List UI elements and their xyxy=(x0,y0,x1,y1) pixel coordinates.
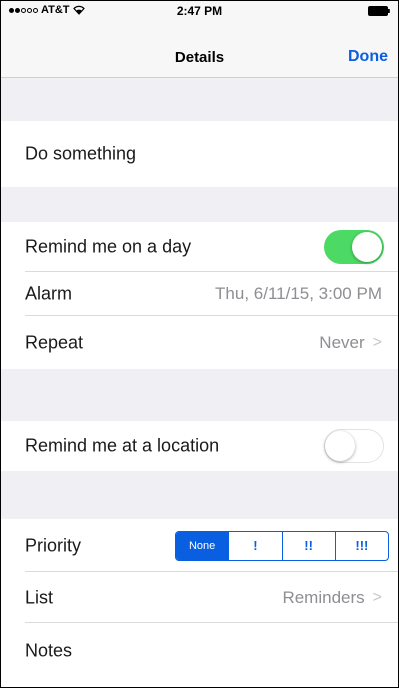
screen: AT&T 2:47 PM Details Done Do something R… xyxy=(0,0,399,688)
battery-icon xyxy=(368,6,390,16)
repeat-value-text: Never xyxy=(319,332,365,352)
remind-location-label: Remind me at a location xyxy=(25,435,220,456)
chevron-right-icon: > xyxy=(372,588,382,606)
alarm-row[interactable]: Alarm Thu, 6/11/15, 3:00 PM xyxy=(1,272,398,316)
priority-medium-segment[interactable]: !! xyxy=(281,531,335,560)
remind-day-row: Remind me on a day xyxy=(1,222,398,272)
priority-high-segment[interactable]: !!! xyxy=(334,531,388,560)
chevron-right-icon: > xyxy=(372,333,382,351)
section-gap xyxy=(1,78,398,121)
priority-label: Priority xyxy=(25,535,82,555)
list-label: List xyxy=(25,587,54,607)
notes-row[interactable]: Notes xyxy=(1,623,398,687)
priority-none-segment[interactable]: None xyxy=(176,531,229,560)
remind-day-label: Remind me on a day xyxy=(25,236,192,257)
alarm-date-text: Thu, 6/11/15, 3:00 PM xyxy=(215,284,382,303)
alarm-label: Alarm xyxy=(25,283,73,304)
status-bar: AT&T 2:47 PM xyxy=(1,1,398,23)
remind-location-toggle[interactable] xyxy=(324,429,384,463)
priority-low-segment[interactable]: ! xyxy=(228,531,281,560)
reminder-title-text[interactable]: Do something xyxy=(25,144,136,165)
notes-label[interactable]: Notes xyxy=(25,641,72,662)
remind-location-row: Remind me at a location xyxy=(1,421,398,471)
list-row[interactable]: List Reminders > xyxy=(1,572,398,623)
page-title: Details xyxy=(174,49,225,66)
list-value: Reminders > xyxy=(282,588,382,608)
priority-segmented-control[interactable]: None ! !! !!! xyxy=(175,530,389,561)
repeat-value: Never > xyxy=(319,333,382,353)
alarm-value: Thu, 6/11/15, 3:00 PM xyxy=(215,284,382,304)
navigation-bar: Details Done xyxy=(1,23,398,78)
section-gap xyxy=(1,369,398,421)
priority-row: Priority None ! !! !!! xyxy=(1,519,398,572)
remind-day-toggle[interactable] xyxy=(324,230,384,264)
list-value-text: Reminders xyxy=(282,587,365,607)
status-time: 2:47 PM xyxy=(176,4,223,18)
section-gap xyxy=(1,471,398,519)
toggle-knob xyxy=(325,430,355,461)
section-gap xyxy=(1,187,398,222)
repeat-row[interactable]: Repeat Never > xyxy=(1,316,398,369)
repeat-label: Repeat xyxy=(25,332,84,352)
title-row[interactable]: Do something xyxy=(1,121,398,187)
done-button[interactable]: Done xyxy=(348,48,388,66)
toggle-knob xyxy=(352,232,382,262)
